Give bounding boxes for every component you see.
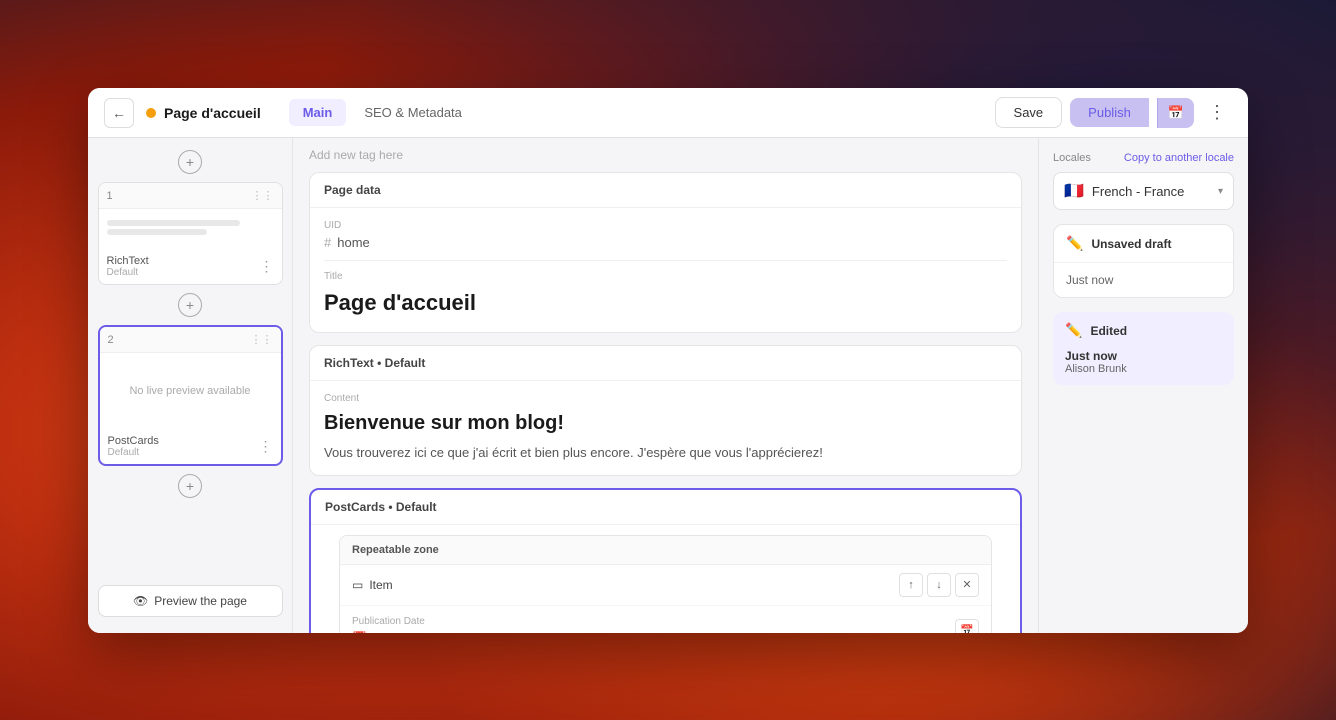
topbar: ← Page d'accueil Main SEO & Metadata Sav… — [88, 88, 1248, 138]
tag-bar[interactable]: Add new tag here — [309, 138, 1022, 172]
richtext-body: Vous trouverez ici ce que j'ai écrit et … — [324, 443, 1007, 463]
back-button[interactable]: ← — [104, 98, 134, 128]
uid-label: UID — [324, 220, 1007, 231]
preview-label: Preview the page — [154, 594, 247, 608]
edited-time: Just now — [1065, 349, 1222, 363]
sidebar-item-2[interactable]: 2 ⋮⋮ No live preview available PostCards… — [98, 325, 283, 466]
edited-icon: ✏️ — [1065, 322, 1082, 339]
sidebar-label-text-2: PostCards Default — [108, 435, 159, 458]
repeatable-zone: Repeatable zone ▭ Item ↑ ↓ ✕ — [339, 535, 992, 634]
repeatable-item: ▭ Item ↑ ↓ ✕ — [340, 565, 991, 606]
move-up-button[interactable]: ↑ — [899, 573, 923, 597]
tabs: Main SEO & Metadata — [289, 99, 476, 126]
item-icon: ▭ — [352, 578, 363, 592]
save-button[interactable]: Save — [995, 97, 1063, 128]
delete-item-button[interactable]: ✕ — [955, 573, 979, 597]
uid-field: # home — [324, 235, 1007, 261]
edited-user: Alison Brunk — [1065, 363, 1222, 375]
copy-locale-link[interactable]: Copy to another locale — [1124, 152, 1234, 164]
item-number-1: 1 — [107, 190, 113, 202]
item-label: ▭ Item — [352, 578, 393, 592]
publish-button[interactable]: Publish — [1070, 98, 1149, 127]
richtext-content: Content Bienvenue sur mon blog! Vous tro… — [310, 381, 1021, 475]
add-block-bottom-button[interactable]: + — [178, 474, 202, 498]
richtext-header: RichText • Default — [310, 346, 1021, 381]
pub-date-label: Publication Date — [352, 616, 452, 627]
right-sidebar: Locales Copy to another locale 🇫🇷 French… — [1038, 138, 1248, 633]
add-block-top-button[interactable]: + — [178, 150, 202, 174]
page-data-fields: UID # home Title — [310, 208, 1021, 332]
preview-page-button[interactable]: 👁 Preview the page — [98, 585, 283, 617]
locales-label: Locales — [1053, 152, 1091, 164]
sidebar-label-2: PostCards Default ⋮ — [100, 429, 281, 464]
add-block-middle-button[interactable]: + — [178, 293, 202, 317]
item-name: Item — [369, 578, 392, 592]
more-options-button[interactable]: ⋮ — [1202, 98, 1232, 128]
move-down-button[interactable]: ↓ — [927, 573, 951, 597]
item-number-2: 2 — [108, 334, 114, 346]
edited-section: ✏️ Edited Just now Alison Brunk — [1053, 312, 1234, 385]
preview-line — [107, 229, 207, 235]
locale-flag: 🇫🇷 — [1064, 181, 1084, 201]
edited-header: ✏️ Edited — [1053, 312, 1234, 349]
chevron-down-icon: ▾ — [1218, 186, 1223, 197]
item-preview-2: No live preview available — [100, 353, 281, 429]
locale-name: French - France — [1092, 184, 1210, 199]
title-label: Title — [324, 271, 1007, 282]
topbar-right: Save Publish 📅 ⋮ — [995, 97, 1232, 128]
no-preview-text: No live preview available — [108, 361, 273, 421]
pub-date-field: Publication Date 📅 10 / 31 / 2023 📅 — [340, 606, 991, 634]
pub-date-value: 📅 10 / 31 / 2023 — [352, 631, 452, 634]
sidebar-item-2-header: 2 ⋮⋮ — [100, 327, 281, 353]
sidebar-item-1-header: 1 ⋮⋮ — [99, 183, 282, 209]
sidebar-label-text-1: RichText Default — [107, 255, 149, 278]
postcards-header: PostCards • Default — [311, 490, 1020, 525]
postcards-card: PostCards • Default Repeatable zone ▭ It… — [309, 488, 1022, 634]
repeatable-zone-header: Repeatable zone — [340, 536, 991, 565]
sidebar-item-1[interactable]: 1 ⋮⋮ RichText Default ⋮ — [98, 182, 283, 285]
page-data-header: Page data — [310, 173, 1021, 208]
preview-line — [107, 220, 241, 226]
calendar-small-icon: 📅 — [352, 631, 367, 633]
richtext-heading: Bienvenue sur mon blog! — [324, 412, 1007, 435]
locale-top: Locales Copy to another locale — [1053, 152, 1234, 164]
sidebar-item-2-more-button[interactable]: ⋮ — [259, 438, 273, 455]
title-input[interactable] — [324, 286, 1007, 320]
hash-icon: # — [324, 235, 331, 250]
draft-icon: ✏️ — [1066, 235, 1083, 252]
status-dot — [146, 108, 156, 118]
pub-date-calendar-button[interactable]: 📅 — [955, 619, 979, 634]
edited-info: Just now Alison Brunk — [1053, 349, 1234, 385]
page-data-card: Page data UID # home Title — [309, 172, 1022, 333]
locale-section: Locales Copy to another locale 🇫🇷 French… — [1053, 152, 1234, 210]
tag-placeholder: Add new tag here — [309, 148, 403, 162]
item-controls: ↑ ↓ ✕ — [899, 573, 979, 597]
publish-calendar-button[interactable]: 📅 — [1157, 98, 1194, 128]
item-preview-1 — [99, 209, 282, 249]
uid-value: home — [337, 235, 370, 250]
edited-title: Edited — [1090, 324, 1127, 338]
sidebar-label-1: RichText Default ⋮ — [99, 249, 282, 284]
left-sidebar: + 1 ⋮⋮ RichText Default ⋮ — [88, 138, 293, 633]
center-content: Add new tag here Page data UID # home Ti… — [293, 138, 1038, 633]
drag-handle-2: ⋮⋮ — [251, 333, 273, 346]
tab-main[interactable]: Main — [289, 99, 347, 126]
main-content: + 1 ⋮⋮ RichText Default ⋮ — [88, 138, 1248, 633]
draft-title: Unsaved draft — [1091, 237, 1171, 251]
pub-date-inner: Publication Date 📅 10 / 31 / 2023 — [352, 616, 452, 634]
preview-icon: 👁 — [133, 594, 148, 608]
tab-seo[interactable]: SEO & Metadata — [350, 99, 476, 126]
richtext-label: Content — [324, 393, 1007, 404]
page-title: Page d'accueil — [164, 105, 261, 121]
unsaved-draft-section: ✏️ Unsaved draft Just now — [1053, 224, 1234, 298]
drag-handle-1: ⋮⋮ — [252, 189, 274, 202]
pub-date-text: 10 / 31 / 2023 — [373, 631, 453, 634]
page-title-wrapper: Page d'accueil — [146, 105, 261, 121]
app-window: ← Page d'accueil Main SEO & Metadata Sav… — [88, 88, 1248, 633]
sidebar-item-1-more-button[interactable]: ⋮ — [260, 258, 274, 275]
draft-header: ✏️ Unsaved draft — [1054, 225, 1233, 263]
locale-dropdown[interactable]: 🇫🇷 French - France ▾ — [1053, 172, 1234, 210]
draft-time: Just now — [1054, 263, 1233, 297]
richtext-card: RichText • Default Content Bienvenue sur… — [309, 345, 1022, 476]
